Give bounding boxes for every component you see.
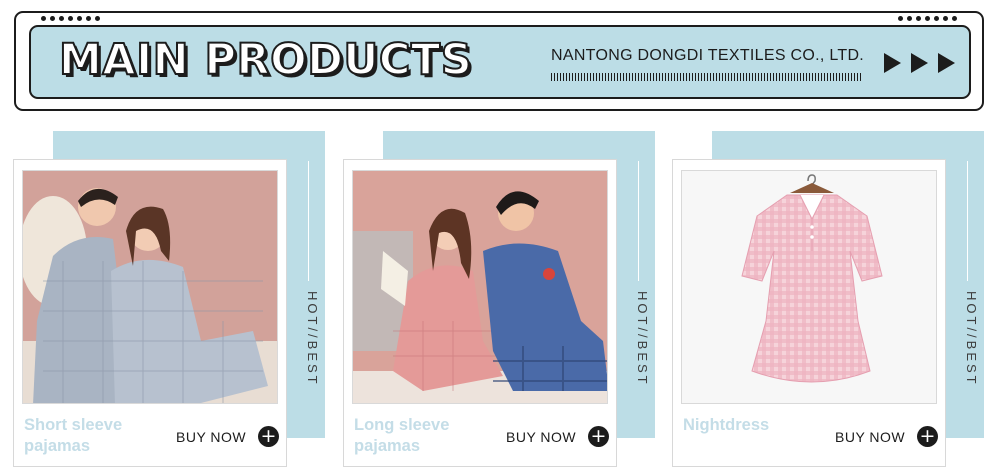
product-name[interactable]: Nightdress [683, 415, 823, 436]
buy-now-link[interactable]: BUY NOW [835, 429, 905, 445]
side-divider [638, 161, 639, 281]
buy-now-link[interactable]: BUY NOW [176, 429, 246, 445]
play-arrow-icon [911, 53, 928, 73]
product-name-line2: pajamas [354, 437, 421, 455]
plus-circle-icon[interactable]: + [917, 426, 938, 447]
product-image[interactable] [352, 170, 608, 404]
side-divider [308, 161, 309, 281]
main-products-banner: MAIN PRODUCTS NANTONG DONGDI TEXTILES CO… [14, 11, 984, 111]
banner-panel: MAIN PRODUCTS NANTONG DONGDI TEXTILES CO… [29, 25, 971, 99]
product-card-short-sleeve[interactable]: HOT//BEST Short sleeve pajamas BUY NOW + [13, 131, 328, 467]
plus-circle-icon[interactable]: + [258, 426, 279, 447]
side-label: HOT//BEST [305, 291, 320, 387]
side-label: HOT//BEST [964, 291, 979, 387]
product-image[interactable] [681, 170, 937, 404]
decor-hatch-line [551, 73, 863, 81]
product-name-line2: pajamas [24, 437, 91, 455]
product-image[interactable] [22, 170, 278, 404]
company-name: NANTONG DONGDI TEXTILES CO., LTD. [551, 47, 865, 64]
side-label: HOT//BEST [635, 291, 650, 387]
play-arrow-icon [884, 53, 901, 73]
side-divider [967, 161, 968, 281]
buy-now-link[interactable]: BUY NOW [506, 429, 576, 445]
product-name-line1: Short sleeve [24, 416, 123, 434]
product-name-line1: Long sleeve [354, 416, 450, 434]
product-card-nightdress[interactable]: HOT//BEST Nightdress BUY NOW + [672, 131, 987, 467]
page-title: MAIN PRODUCTS [58, 34, 473, 86]
product-card-long-sleeve[interactable]: HOT//BEST Long sleeve pajamas BUY NOW + [343, 131, 658, 467]
plus-circle-icon[interactable]: + [588, 426, 609, 447]
decor-dots-right [898, 16, 957, 21]
product-name[interactable]: Long sleeve pajamas [354, 415, 494, 457]
play-arrow-icon [938, 53, 955, 73]
product-name[interactable]: Short sleeve pajamas [24, 415, 164, 457]
arrow-group [884, 53, 955, 73]
product-name-line1: Nightdress [683, 416, 770, 434]
decor-dots-left [41, 16, 100, 21]
